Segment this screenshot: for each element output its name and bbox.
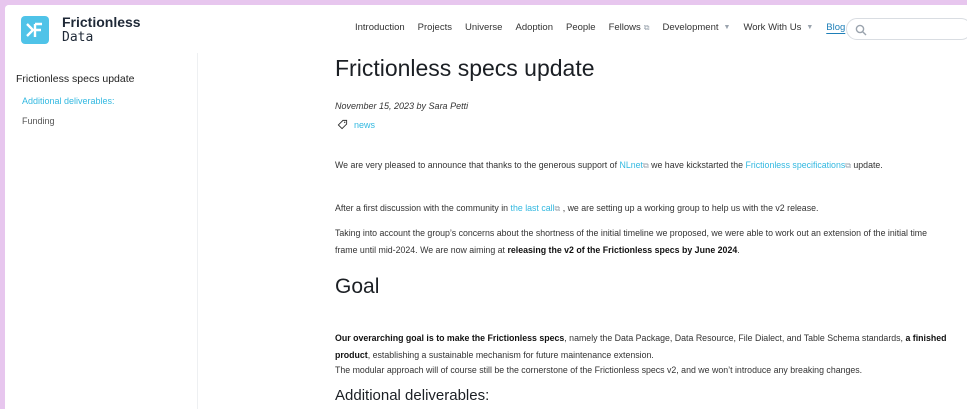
- nav-universe[interactable]: Universe: [465, 22, 503, 33]
- tag-icon: [337, 119, 348, 130]
- tag-label: news: [354, 119, 376, 130]
- external-link-icon: ⧉: [643, 22, 650, 32]
- heading-goal: Goal: [335, 275, 380, 298]
- last-call-link[interactable]: the last call: [511, 203, 555, 213]
- nav-work-with-us[interactable]: Work With Us ▼: [743, 22, 813, 33]
- toc-item-funding[interactable]: Funding: [22, 116, 55, 126]
- frictionless-logo-icon: [21, 16, 49, 44]
- site-logo[interactable]: Frictionless Data: [21, 15, 141, 45]
- browser-page: Frictionless Data Introduction Projects …: [5, 5, 967, 409]
- chevron-down-icon: ▼: [723, 24, 731, 31]
- paragraph-modular: The modular approach will of course stil…: [335, 365, 863, 375]
- logo-title: Frictionless: [62, 14, 141, 30]
- site-header: Frictionless Data Introduction Projects …: [5, 5, 967, 53]
- heading-additional-deliverables: Additional deliverables:: [335, 387, 490, 404]
- nav-introduction[interactable]: Introduction: [355, 22, 405, 33]
- top-nav: Introduction Projects Universe Adoption …: [355, 22, 858, 33]
- toc-sidebar: Frictionless specs update Additional del…: [5, 53, 198, 409]
- byline: November 15, 2023 by Sara Petti: [335, 101, 469, 111]
- logo-subtitle: Data: [62, 30, 94, 45]
- toc-item-additional-deliverables[interactable]: Additional deliverables:: [22, 96, 115, 106]
- nav-blog[interactable]: Blog: [826, 22, 845, 33]
- page-title: Frictionless specs update: [335, 55, 595, 81]
- paragraph-goal: Our overarching goal is to make the Fric…: [335, 333, 947, 360]
- nav-adoption[interactable]: Adoption: [515, 22, 553, 33]
- tag-link[interactable]: news: [337, 119, 375, 130]
- nav-development[interactable]: Development ▼: [663, 22, 731, 33]
- paragraph-community: After a first discussion with the commun…: [335, 203, 819, 213]
- paragraph-timeline: Taking into account the group’s concerns…: [335, 228, 928, 255]
- paragraph-intro: We are very pleased to announce that tha…: [335, 160, 883, 170]
- nlnet-link[interactable]: NLnet: [619, 160, 642, 170]
- search-input[interactable]: [846, 18, 967, 40]
- frictionless-specifications-link[interactable]: Frictionless specifications: [746, 160, 846, 170]
- nav-fellows[interactable]: Fellows ⧉: [609, 22, 650, 33]
- nav-people[interactable]: People: [566, 22, 596, 33]
- nav-projects[interactable]: Projects: [418, 22, 452, 33]
- chevron-down-icon: ▼: [806, 24, 814, 31]
- toc-title: Frictionless specs update: [16, 73, 135, 85]
- search-icon: [855, 24, 867, 36]
